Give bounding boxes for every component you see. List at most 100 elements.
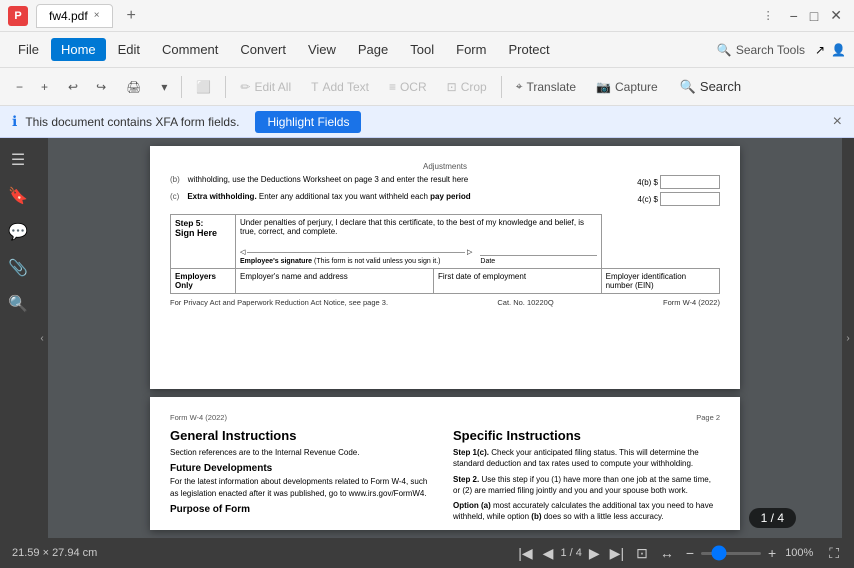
capture-button[interactable]: 📷 Capture xyxy=(588,76,666,98)
menu-file[interactable]: File xyxy=(8,38,49,61)
general-title: General Instructions xyxy=(170,428,437,443)
menu-form[interactable]: Form xyxy=(446,38,496,61)
zoom-in-bottom-button[interactable]: + xyxy=(765,545,779,561)
sidebar-search-icon[interactable]: 🔍 xyxy=(4,290,32,318)
page-indicator-overlay: 1 / 4 xyxy=(749,508,796,528)
zoom-slider[interactable] xyxy=(701,552,761,555)
translate-button[interactable]: ⌖ Translate xyxy=(508,75,584,98)
edit-all-icon: ✏ xyxy=(240,80,250,94)
sig-arrow-line: ◁ ▷ xyxy=(240,248,472,256)
search-button[interactable]: 🔍 Search xyxy=(670,75,751,99)
search-label: Search xyxy=(700,79,741,94)
redo-button[interactable]: ↪ xyxy=(88,76,114,98)
full-screen-button[interactable]: ⛶ xyxy=(826,545,842,562)
step2-content: Use this step if you (1) have more than … xyxy=(453,475,711,495)
page2-header: Form W-4 (2022) Page 2 xyxy=(170,413,720,422)
add-text-icon: T xyxy=(311,80,318,94)
add-text-label: Add Text xyxy=(322,80,368,94)
zoom-control: − + xyxy=(683,545,779,561)
search-tools-area[interactable]: 🔍 Search Tools xyxy=(717,43,805,57)
option-text: Option (a) most accurately calculates th… xyxy=(453,500,720,522)
highlight-fields-button[interactable]: Highlight Fields xyxy=(255,111,361,133)
step5-label-cell: Step 5: Sign Here xyxy=(171,215,236,269)
step5-row: Step 5: Sign Here Under penalties of per… xyxy=(171,215,720,269)
menu-comment[interactable]: Comment xyxy=(152,38,228,61)
last-page-button[interactable]: ▶| xyxy=(607,545,627,562)
step5-content-cell: Under penalties of perjury, I declare th… xyxy=(236,215,602,269)
step2-ref: Step 2. xyxy=(453,475,479,484)
search-icon: 🔍 xyxy=(680,79,696,95)
menu-home[interactable]: Home xyxy=(51,38,106,61)
page2-form-label: Form W-4 (2022) xyxy=(170,413,227,422)
maximize-button[interactable]: □ xyxy=(806,8,822,24)
step5-desc: Under penalties of perjury, I declare th… xyxy=(240,218,597,236)
account-icon[interactable]: 👤 xyxy=(831,43,846,57)
employers-label-cell: Employers Only xyxy=(171,269,236,294)
optionB-ref: (b) xyxy=(531,512,541,521)
prev-page-button[interactable]: ◀ xyxy=(540,545,557,562)
window-controls: ⋮ − □ ✕ xyxy=(763,7,846,24)
menu-view[interactable]: View xyxy=(298,38,346,61)
tab-label: fw4.pdf xyxy=(49,9,88,23)
zoom-out-button[interactable]: − xyxy=(8,76,31,98)
step5-sign-label: Sign Here xyxy=(175,228,231,238)
bottom-bar: 21.59 × 27.94 cm |◀ ◀ 1 / 4 ▶ ▶| ⊡ ↔ − +… xyxy=(0,538,854,568)
sig-label-text: Employee's signature xyxy=(240,258,312,265)
menu-page[interactable]: Page xyxy=(348,38,398,61)
new-tab-button[interactable]: + xyxy=(121,5,142,27)
future-title: Future Developments xyxy=(170,463,437,474)
first-page-button[interactable]: |◀ xyxy=(515,545,535,562)
dropdown-button[interactable]: ▾ xyxy=(153,76,175,98)
bottom-right-controls: |◀ ◀ 1 / 4 ▶ ▶| ⊡ ↔ − + 100% ⛶ xyxy=(515,545,842,562)
edit-all-button[interactable]: ✏ Edit All xyxy=(232,76,299,98)
shape-button[interactable]: ⬜ xyxy=(188,76,219,98)
row-4b-input[interactable] xyxy=(660,175,720,189)
title-bar-left: P fw4.pdf × + xyxy=(8,4,142,28)
sig-left-arrow: ◁ xyxy=(240,248,245,256)
tab-close-button[interactable]: × xyxy=(94,10,100,21)
total-pages: 4 xyxy=(576,547,582,559)
first-date-label: First date of employment xyxy=(438,272,526,281)
sidebar-menu-icon[interactable]: ☰ xyxy=(4,146,32,174)
privacy-left: For Privacy Act and Paperwork Reduction … xyxy=(170,298,388,307)
menu-protect[interactable]: Protect xyxy=(498,38,559,61)
zoom-in-button[interactable]: + xyxy=(33,76,56,98)
crop-button[interactable]: ⊡ Crop xyxy=(439,76,495,98)
zoom-out-bottom-button[interactable]: − xyxy=(683,545,697,561)
fit-page-button[interactable]: ⊡ xyxy=(633,545,651,562)
ocr-icon: ≡ xyxy=(389,80,396,94)
sidebar-bookmark-icon[interactable]: 🔖 xyxy=(4,182,32,210)
next-page-button[interactable]: ▶ xyxy=(586,545,603,562)
right-panel-toggle[interactable]: › xyxy=(842,138,854,538)
menu-tool[interactable]: Tool xyxy=(400,38,444,61)
notification-icon: ℹ xyxy=(12,113,17,130)
translate-label: Translate xyxy=(526,80,576,94)
step1c-ref: Step 1(c). xyxy=(453,448,489,457)
ocr-button[interactable]: ≡ OCR xyxy=(381,76,435,98)
close-button[interactable]: ✕ xyxy=(826,7,846,24)
active-tab[interactable]: fw4.pdf × xyxy=(36,4,113,28)
step2-text: Step 2. Use this step if you (1) have mo… xyxy=(453,474,720,496)
sidebar-comment-icon[interactable]: 💬 xyxy=(4,218,32,246)
share-icon[interactable]: ↗ xyxy=(815,43,825,57)
row-4c-input[interactable] xyxy=(660,192,720,206)
undo-button[interactable]: ↩ xyxy=(60,76,86,98)
page2-content: General Instructions Section references … xyxy=(170,428,720,522)
print-button[interactable]: 🖨 xyxy=(118,76,149,98)
left-panel-toggle[interactable]: ‹ xyxy=(36,138,48,538)
more-options-icon[interactable]: ⋮ xyxy=(763,9,774,22)
capture-label: Capture xyxy=(615,80,658,94)
page2-num: Page 2 xyxy=(696,413,720,422)
minimize-button[interactable]: − xyxy=(786,8,802,24)
ein-label: Employer identification number (EIN) xyxy=(606,272,686,290)
row-4b-text-content: Deductions Worksheet on page 3 and enter… xyxy=(261,175,469,184)
notification-close-button[interactable]: × xyxy=(833,113,842,131)
menu-convert[interactable]: Convert xyxy=(230,38,296,61)
sidebar-attachment-icon[interactable]: 📎 xyxy=(4,254,32,282)
optionA-ref: Option (a) xyxy=(453,501,491,510)
fit-width-button[interactable]: ↔ xyxy=(657,545,677,561)
signature-area: ◁ ▷ Employee's signature (This form is n… xyxy=(240,248,472,265)
pdf-page-1: Adjustments (b) withholding, use the Ded… xyxy=(150,146,740,389)
menu-edit[interactable]: Edit xyxy=(108,38,150,61)
add-text-button[interactable]: T Add Text xyxy=(303,76,377,98)
